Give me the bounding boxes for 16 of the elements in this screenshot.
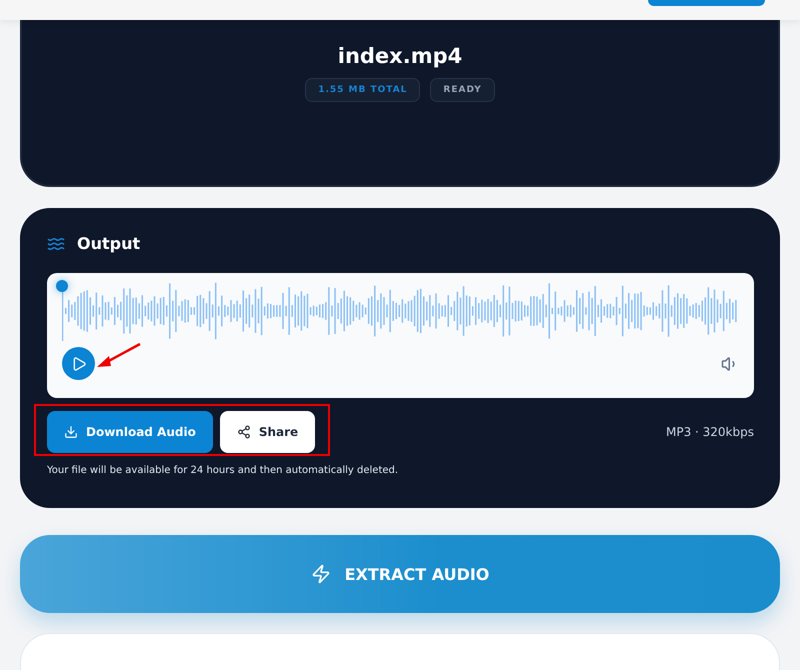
play-button[interactable]: [62, 347, 95, 380]
lightning-icon: [310, 564, 331, 584]
section-title: Output: [77, 234, 140, 253]
download-icon: [64, 425, 78, 439]
download-button[interactable]: Download Audio: [47, 411, 213, 453]
extract-button[interactable]: EXTRACT AUDIO: [20, 535, 780, 613]
retention-note: Your file will be available for 24 hours and then automatically deleted.: [47, 465, 400, 476]
playhead-handle[interactable]: [56, 280, 68, 292]
status-badge: READY: [430, 78, 495, 102]
play-icon: [70, 356, 86, 372]
header-button[interactable]: [648, 0, 765, 6]
format-label: MP3 · 320kbps: [666, 425, 754, 439]
share-button[interactable]: Share: [220, 411, 316, 453]
share-icon: [236, 425, 251, 439]
file-name: index.mp4: [338, 44, 462, 68]
status-badge: 1.55 MB TOTAL: [305, 78, 420, 102]
